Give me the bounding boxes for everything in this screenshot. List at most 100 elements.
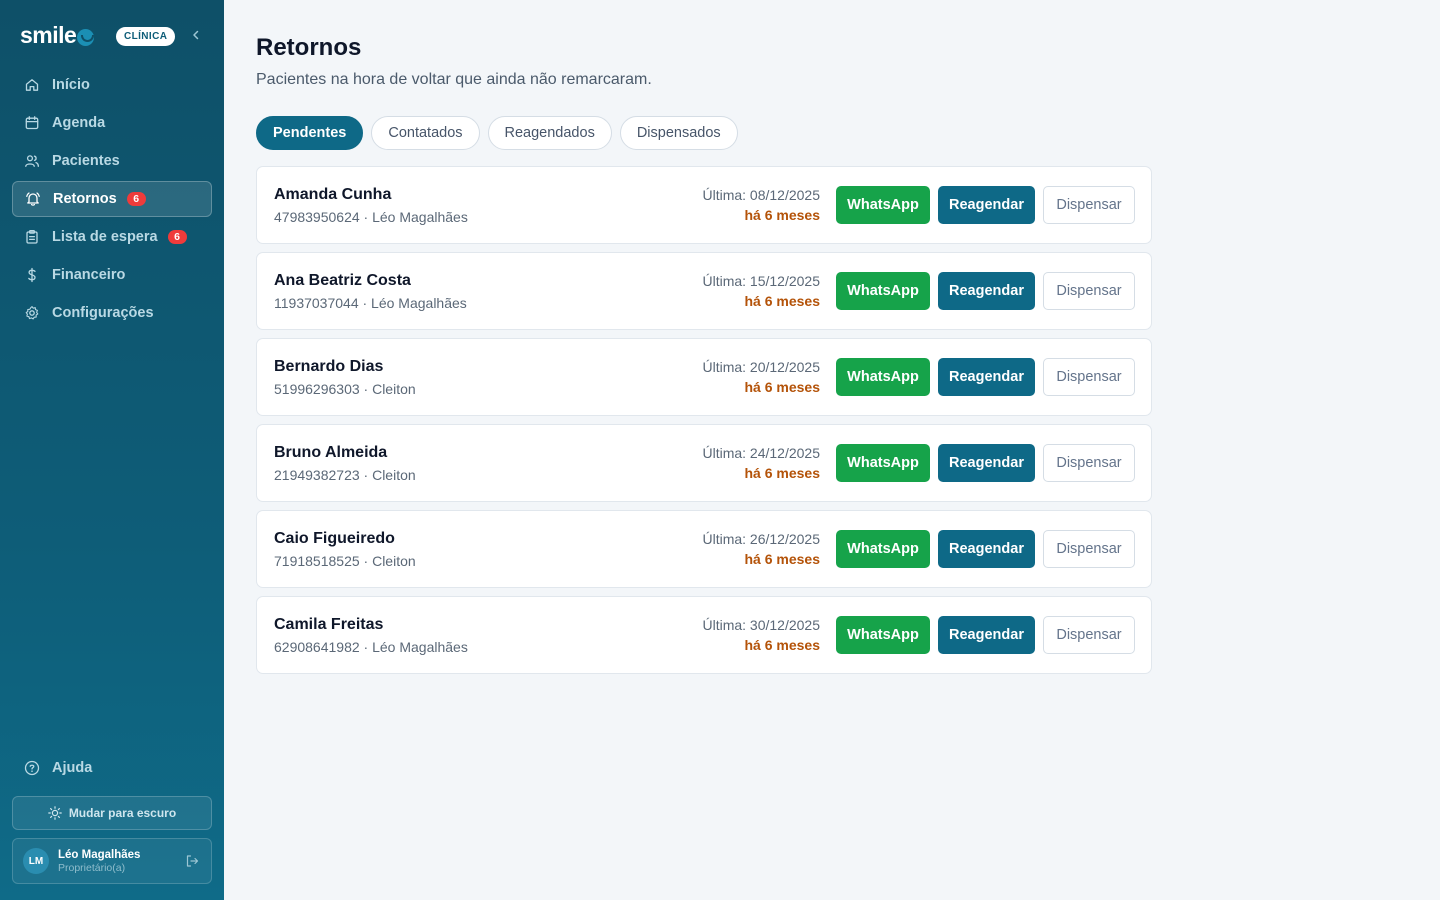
sidebar-item-label: Início — [52, 77, 90, 93]
sidebar-nav: Início Agenda Pacientes Retornos 6 Lista de e… — [12, 67, 212, 333]
whatsapp-button[interactable]: WhatsApp — [836, 530, 930, 568]
patient-row: Ana Beatriz Costa 11937037044 · Léo Magal… — [256, 252, 1152, 330]
whatsapp-button[interactable]: WhatsApp — [836, 272, 930, 310]
help-label: Ajuda — [52, 760, 93, 776]
help-link[interactable]: Ajuda — [24, 760, 92, 776]
sidebar-item-pacientes[interactable]: Pacientes — [12, 143, 212, 179]
dismiss-button[interactable]: Dispensar — [1043, 358, 1135, 396]
dollar-icon — [24, 267, 40, 283]
sidebar-item-label: Retornos — [53, 191, 117, 207]
whatsapp-button[interactable]: WhatsApp — [836, 358, 930, 396]
sidebar-item-inicio[interactable]: Início — [12, 67, 212, 103]
reschedule-button[interactable]: Reagendar — [938, 616, 1035, 654]
clinic-badge: CLÍNICA — [116, 27, 176, 46]
bell-icon — [25, 191, 41, 207]
smile-logo-icon — [77, 29, 95, 46]
reschedule-button[interactable]: Reagendar — [938, 358, 1035, 396]
whatsapp-button[interactable]: WhatsApp — [836, 444, 930, 482]
sidebar-item-label: Agenda — [52, 115, 106, 131]
tab-dispensados[interactable]: Dispensados — [619, 116, 738, 150]
overdue-label: há 6 meses — [744, 379, 821, 395]
sidebar-item-label: Lista de espera — [52, 229, 158, 245]
reschedule-button[interactable]: Reagendar — [938, 444, 1035, 482]
calendar-icon — [24, 115, 40, 131]
reschedule-button[interactable]: Reagendar — [938, 272, 1035, 310]
overdue-label: há 6 meses — [744, 293, 821, 309]
status-tabs: Pendentes Contatados Reagendados Dispensado… — [256, 116, 746, 150]
chevron-left-icon — [193, 30, 199, 40]
sidebar-item-retornos[interactable]: Retornos 6 — [12, 181, 212, 217]
patient-phone-dentist: 71918518525 · Cleiton — [274, 553, 416, 569]
toggle-dark-mode-button[interactable]: Mudar para escuro — [12, 796, 212, 830]
patient-row: Amanda Cunha 47983950624 · Léo Magalhães Ú… — [256, 166, 1152, 244]
brand-logo[interactable]: smile — [20, 22, 95, 49]
reschedule-button[interactable]: Reagendar — [938, 530, 1035, 568]
patient-name: Amanda Cunha — [274, 186, 392, 203]
brand-name: smile — [20, 22, 77, 48]
home-icon — [24, 77, 40, 93]
patient-name: Bruno Almeida — [274, 444, 388, 461]
dismiss-button[interactable]: Dispensar — [1043, 530, 1135, 568]
reschedule-button[interactable]: Reagendar — [938, 186, 1035, 224]
count-badge: 6 — [126, 192, 146, 206]
clipboard-icon — [24, 229, 40, 245]
last-visit: Última: 24/12/2025 há 6 meses — [702, 444, 820, 483]
user-name: Léo Magalhães — [58, 848, 141, 861]
last-visit: Última: 08/12/2025 há 6 meses — [702, 186, 820, 225]
page-subtitle: Pacientes na hora de voltar que ainda nã… — [256, 71, 652, 88]
last-visit-date: Última: 08/12/2025 — [702, 187, 820, 203]
whatsapp-button[interactable]: WhatsApp — [836, 186, 930, 224]
overdue-label: há 6 meses — [744, 637, 821, 653]
tab-contatados[interactable]: Contatados — [371, 116, 480, 150]
logout-button[interactable] — [185, 854, 199, 868]
tab-pendentes[interactable]: Pendentes — [256, 116, 364, 150]
overdue-label: há 6 meses — [744, 465, 821, 481]
dismiss-button[interactable]: Dispensar — [1043, 444, 1135, 482]
last-visit-date: Última: 20/12/2025 — [702, 359, 820, 375]
overdue-label: há 6 meses — [744, 551, 821, 567]
last-visit: Última: 30/12/2025 há 6 meses — [702, 616, 820, 655]
patient-row: Bernardo Dias 51996296303 · Cleiton Última… — [256, 338, 1152, 416]
sidebar: smile CLÍNICA Início Agenda Pacientes Retor… — [0, 0, 224, 900]
patient-name: Camila Freitas — [274, 616, 384, 633]
page-title: Retornos — [256, 34, 362, 61]
user-role: Proprietário(a) — [58, 861, 126, 874]
last-visit-date: Última: 24/12/2025 — [702, 445, 820, 461]
sidebar-item-agenda[interactable]: Agenda — [12, 105, 212, 141]
last-visit: Última: 15/12/2025 há 6 meses — [702, 272, 820, 311]
last-visit: Última: 20/12/2025 há 6 meses — [702, 358, 820, 397]
sidebar-item-label: Financeiro — [52, 267, 126, 283]
sidebar-item-configuracoes[interactable]: Configurações — [12, 295, 212, 331]
collapse-sidebar-button[interactable] — [188, 28, 204, 44]
patient-list: Amanda Cunha 47983950624 · Léo Magalhães Ú… — [256, 166, 1152, 682]
sun-icon — [48, 806, 62, 820]
patient-name: Caio Figueiredo — [274, 530, 395, 547]
patient-row: Camila Freitas 62908641982 · Léo Magalhãe… — [256, 596, 1152, 674]
last-visit: Última: 26/12/2025 há 6 meses — [702, 530, 820, 569]
patient-name: Ana Beatriz Costa — [274, 272, 411, 289]
whatsapp-button[interactable]: WhatsApp — [836, 616, 930, 654]
patient-phone-dentist: 11937037044 · Léo Magalhães — [274, 295, 467, 311]
logout-icon — [186, 855, 199, 867]
sidebar-item-label: Configurações — [52, 305, 154, 321]
user-card: LM Léo Magalhães Proprietário(a) — [12, 838, 212, 884]
patient-name: Bernardo Dias — [274, 358, 384, 375]
users-icon — [24, 153, 40, 169]
gear-icon — [24, 305, 40, 321]
sidebar-item-lista-de-espera[interactable]: Lista de espera 6 — [12, 219, 212, 255]
tab-reagendados[interactable]: Reagendados — [487, 116, 612, 150]
overdue-label: há 6 meses — [744, 207, 821, 223]
patient-phone-dentist: 51996296303 · Cleiton — [274, 381, 416, 397]
last-visit-date: Última: 26/12/2025 — [702, 531, 820, 547]
patient-phone-dentist: 47983950624 · Léo Magalhães — [274, 209, 468, 225]
dismiss-button[interactable]: Dispensar — [1043, 616, 1135, 654]
dismiss-button[interactable]: Dispensar — [1043, 272, 1135, 310]
patient-row: Caio Figueiredo 71918518525 · Cleiton Últi… — [256, 510, 1152, 588]
sidebar-item-financeiro[interactable]: Financeiro — [12, 257, 212, 293]
last-visit-date: Última: 15/12/2025 — [702, 273, 820, 289]
patient-row: Bruno Almeida 21949382723 · Cleiton Última… — [256, 424, 1152, 502]
avatar: LM — [23, 848, 49, 874]
patient-phone-dentist: 62908641982 · Léo Magalhães — [274, 639, 468, 655]
dismiss-button[interactable]: Dispensar — [1043, 186, 1135, 224]
patient-phone-dentist: 21949382723 · Cleiton — [274, 467, 416, 483]
